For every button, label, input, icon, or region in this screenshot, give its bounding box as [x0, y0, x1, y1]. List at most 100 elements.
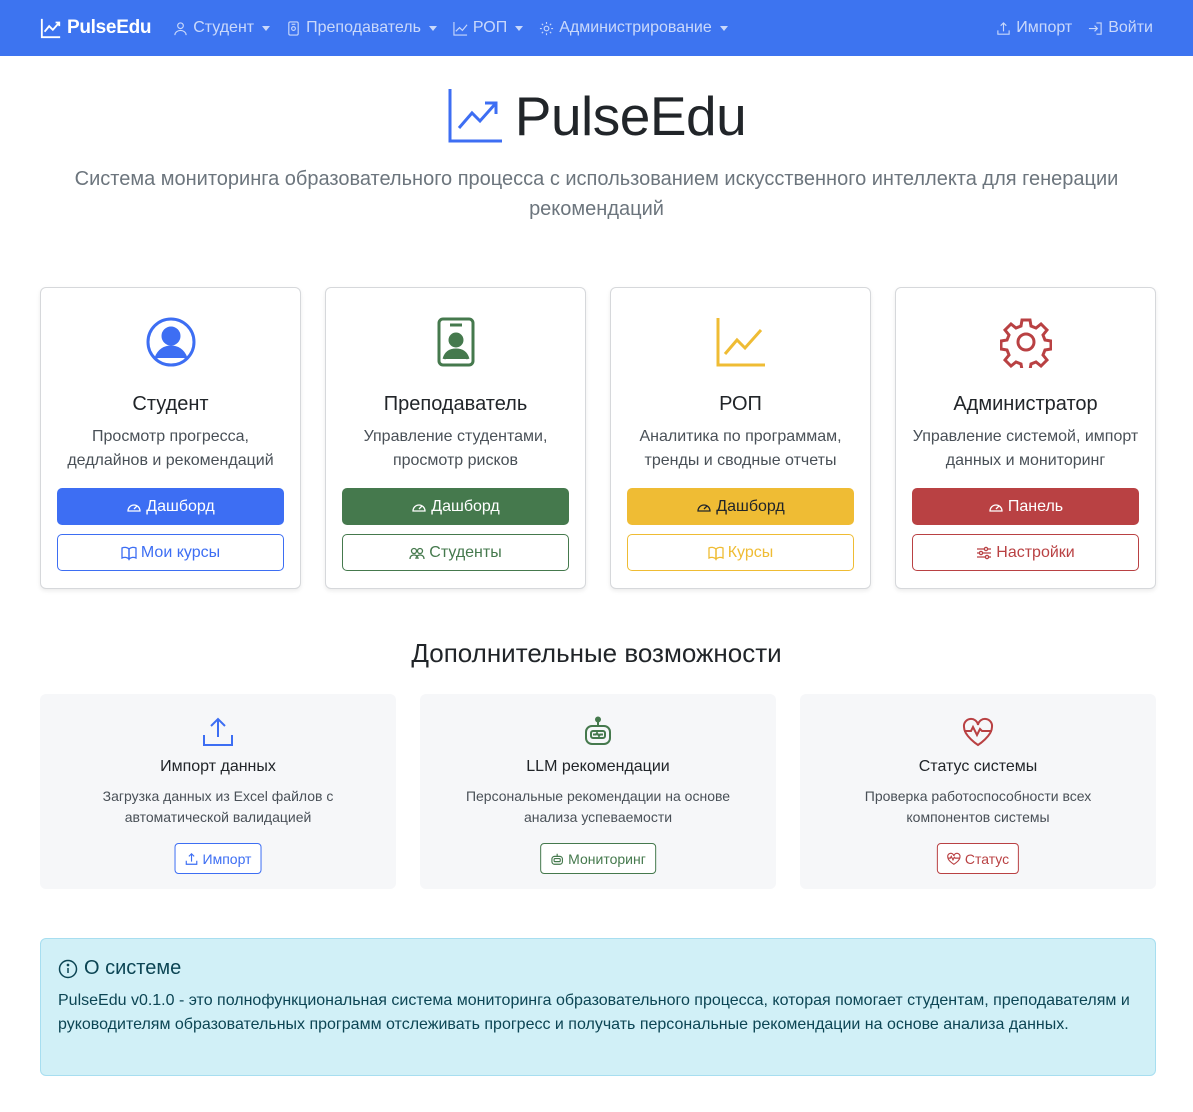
caret-down-icon — [262, 25, 271, 31]
heart-pulse-icon — [962, 717, 994, 747]
speedometer-icon — [412, 503, 426, 512]
button-label: Дашборд — [716, 497, 785, 515]
button-label: Дашборд — [146, 497, 215, 515]
nav-admin-label: Администрирование — [559, 19, 712, 36]
nav-student-dropdown[interactable]: Студент — [173, 19, 271, 37]
hero-subtitle: Система мониторинга образовательного про… — [74, 168, 1119, 220]
feature-import-button[interactable]: Импорт — [174, 843, 262, 874]
nav-login-link[interactable]: Войти — [1088, 19, 1153, 37]
role-icon-wrap — [41, 316, 300, 368]
gear-icon — [999, 318, 1052, 368]
rop-dashboard-button[interactable]: Дашборд — [627, 488, 854, 525]
nav-login-label: Войти — [1108, 19, 1153, 36]
role-card-student: Студент Просмотр прогресса, дедлайнов и … — [40, 287, 301, 589]
feature-desc: Проверка работоспособности всех компонен… — [864, 788, 1092, 825]
speedometer-icon — [697, 503, 711, 512]
role-card-admin: Администратор Управление системой, импор… — [895, 287, 1156, 589]
person-badge-icon — [437, 317, 474, 367]
badge-icon — [288, 20, 299, 36]
nav-import-label: Импорт — [1016, 19, 1073, 36]
navbar: PulseEdu Студент Преподаватель РОП Админ… — [0, 0, 1193, 56]
feature-icon-wrap — [800, 716, 1156, 748]
role-desc: Управление системой, импорт данных и мон… — [912, 428, 1139, 469]
graph-up-icon — [448, 89, 502, 143]
speedometer-icon — [127, 503, 141, 512]
upload-icon — [997, 21, 1010, 35]
feature-icon-wrap — [420, 716, 776, 748]
people-icon — [409, 547, 425, 559]
caret-down-icon — [515, 25, 524, 31]
button-label: Настройки — [996, 543, 1075, 561]
graph-up-icon — [40, 18, 61, 39]
hero-title: PulseEdu — [0, 84, 1193, 148]
feature-title: Импорт данных — [160, 758, 276, 775]
button-label: Курсы — [727, 543, 774, 561]
button-label: Мои курсы — [140, 543, 221, 561]
hero-title-text: PulseEdu — [514, 85, 747, 147]
chart-icon — [453, 21, 468, 36]
feature-title: LLM рекомендации — [526, 758, 670, 775]
feature-card-import: Импорт данных Загрузка данных из Excel ф… — [40, 694, 396, 889]
about-text: PulseEdu v0.1.0 - это полнофункциональна… — [58, 992, 1130, 1033]
button-label: Студенты — [429, 543, 502, 561]
person-circle-icon — [146, 317, 195, 367]
book-icon — [708, 546, 724, 561]
upload-icon — [203, 717, 233, 746]
feature-icon-wrap — [40, 716, 396, 748]
caret-down-icon — [719, 25, 728, 31]
upload-icon — [185, 852, 198, 865]
info-circle-icon — [58, 959, 78, 978]
about-alert: О системе PulseEdu v0.1.0 - это полнофун… — [40, 938, 1156, 1076]
robot-icon — [551, 853, 563, 865]
feature-card-llm: LLM рекомендации Персональные рекомендац… — [420, 694, 776, 889]
nav-teacher-dropdown[interactable]: Преподаватель — [286, 19, 437, 37]
nav-import-link[interactable]: Импорт — [996, 19, 1072, 37]
student-courses-button[interactable]: Мои курсы — [57, 534, 284, 571]
robot-icon — [585, 716, 611, 745]
caret-down-icon — [428, 25, 437, 31]
gear-icon — [540, 21, 554, 35]
button-label: Импорт — [202, 850, 252, 867]
role-desc: Просмотр прогресса, дедлайнов и рекоменд… — [67, 428, 274, 469]
person-icon — [174, 21, 187, 35]
feature-monitoring-button[interactable]: Мониторинг — [540, 843, 656, 874]
nav-right-group: Импорт Войти — [996, 19, 1153, 37]
role-title: Студент — [132, 393, 209, 415]
sliders-icon — [977, 546, 992, 559]
role-card-rop: РОП Аналитика по программам, тренды и св… — [610, 287, 871, 589]
role-icon-wrap — [326, 316, 585, 368]
nav-student-label: Студент — [193, 19, 255, 36]
teacher-students-button[interactable]: Студенты — [342, 534, 569, 571]
about-title: О системе — [58, 957, 1138, 980]
role-desc: Управление студентами, просмотр рисков — [363, 428, 548, 469]
role-desc: Аналитика по программам, тренды и сводны… — [639, 428, 842, 469]
feature-card-status: Статус системы Проверка работоспособност… — [800, 694, 1156, 889]
brand-link[interactable]: PulseEdu — [40, 17, 151, 39]
student-dashboard-button[interactable]: Дашборд — [57, 488, 284, 525]
feature-title: Статус системы — [918, 758, 1038, 775]
admin-settings-button[interactable]: Настройки — [912, 534, 1139, 571]
role-title: РОП — [719, 393, 762, 415]
teacher-dashboard-button[interactable]: Дашборд — [342, 488, 569, 525]
heart-pulse-icon — [947, 852, 961, 865]
login-icon — [1089, 21, 1102, 35]
admin-panel-button[interactable]: Панель — [912, 488, 1139, 525]
role-title: Администратор — [953, 393, 1098, 415]
rop-courses-button[interactable]: Курсы — [627, 534, 854, 571]
brand-name: PulseEdu — [67, 17, 152, 38]
nav-teacher-label: Преподаватель — [306, 19, 421, 36]
speedometer-icon — [989, 503, 1003, 512]
book-icon — [121, 546, 137, 561]
nav-rop-dropdown[interactable]: РОП — [453, 19, 524, 37]
feature-status-button[interactable]: Статус — [936, 843, 1020, 874]
about-title-text: О системе — [84, 957, 182, 979]
role-icon-wrap — [611, 316, 870, 368]
nav-admin-dropdown[interactable]: Администрирование — [539, 19, 728, 37]
role-card-teacher: Преподаватель Управление студентами, про… — [325, 287, 586, 589]
section-title: Дополнительные возможности — [411, 638, 782, 668]
role-icon-wrap — [896, 316, 1155, 368]
graph-up-icon — [716, 318, 765, 367]
button-label: Статус — [964, 850, 1010, 867]
button-label: Панель — [1007, 497, 1064, 515]
nav-rop-label: РОП — [472, 19, 508, 36]
